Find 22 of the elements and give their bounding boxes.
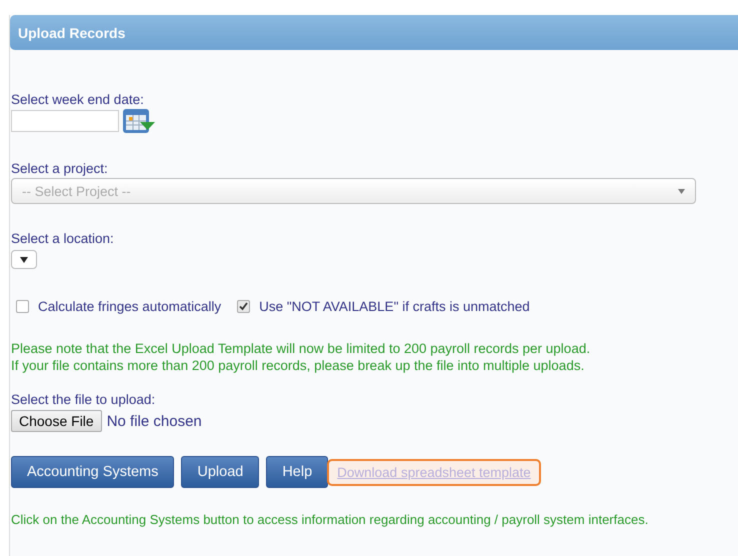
field-label: Select the file to upload: (11, 392, 156, 408)
action-button[interactable]: Upload (181, 456, 260, 488)
checkbox[interactable] (237, 300, 250, 313)
checkbox-label: Use "NOT AVAILABLE" if crafts is unmatched (259, 299, 530, 314)
field-label: Select a project: (11, 161, 109, 177)
file-status: No file chosen (106, 412, 202, 430)
caret-icon (20, 256, 28, 262)
action-button[interactable]: Help (266, 456, 328, 488)
location-dropdown[interactable] (11, 250, 37, 269)
action-button[interactable]: Accounting Systems (11, 456, 174, 488)
checkbox-label: Calculate fringes automatically (38, 299, 222, 314)
choose-file-button[interactable]: Choose File (11, 410, 102, 432)
calendar-icon[interactable] (122, 108, 156, 134)
panel-title: Upload Records (18, 24, 126, 40)
footer-note: Click on the Accounting Systems button to access information regarding accounting / payroll system interfaces. (11, 512, 650, 527)
note-text: Please note that the Excel Upload Template will now be limited to 200 payroll records per upload. (11, 340, 592, 357)
caret-icon (678, 188, 685, 194)
field-label: Select week end date: (11, 92, 145, 108)
note-text: If your file contains more than 200 payroll records, please break up the file into multiple uploads. (11, 357, 586, 374)
field-label: Select a location: (11, 231, 115, 247)
checkbox[interactable] (16, 300, 29, 313)
date-field[interactable] (11, 110, 119, 132)
